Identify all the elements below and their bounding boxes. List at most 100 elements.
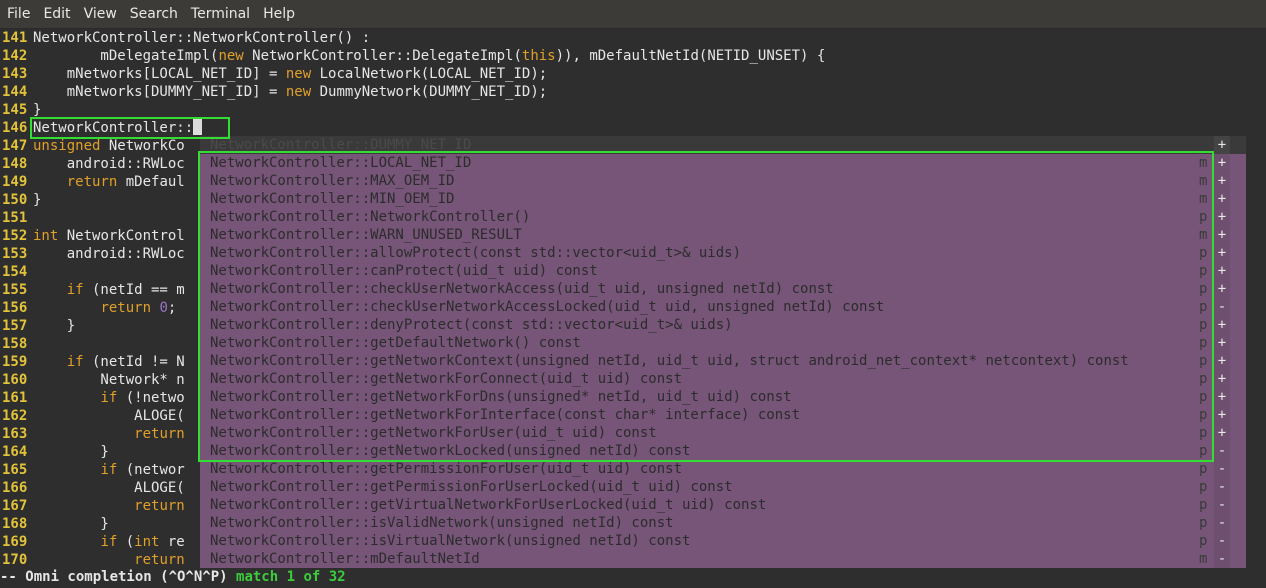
completion-kind: p [1199,317,1208,333]
completion-item[interactable]: NetworkController::LOCAL_NET_ID m + [200,154,1246,172]
completion-item[interactable]: NetworkController::getPermissionForUser(… [200,460,1246,478]
completion-scrollbar-cell[interactable]: - [1214,478,1230,496]
completion-word: NetworkController::isValidNetwork(unsign… [210,515,674,531]
line-number: 150 [2,192,28,208]
line-number: 159 [2,354,28,370]
completion-item[interactable]: NetworkController::getNetworkForConnect(… [200,370,1246,388]
completion-scrollbar-cell[interactable]: + [1214,334,1230,352]
completion-scrollbar-cell[interactable]: + [1214,352,1230,370]
code-token: re [159,534,185,550]
completion-word: NetworkController::getNetworkForDns(unsi… [210,389,792,405]
completion-item[interactable]: NetworkController::WARN_UNUSED_RESULT m + [200,226,1246,244]
completion-item[interactable]: NetworkController::getNetworkForUser(uid… [200,424,1246,442]
completion-kind: m [1199,227,1208,243]
completion-scrollbar-cell[interactable]: - [1214,298,1230,316]
code-line[interactable]: 143 mNetworks[LOCAL_NET_ID] = new LocalN… [0,65,1266,83]
code-token: mNetworks[DUMMY_NET_ID] = [33,84,286,100]
menu-edit[interactable]: Edit [36,0,76,28]
completion-item[interactable]: NetworkController::checkUserNetworkAcces… [200,298,1246,316]
menu-terminal[interactable]: Terminal [184,0,256,28]
completion-kind: m [1199,155,1208,171]
keyword-token: if [66,354,84,370]
completion-scrollbar-cell[interactable]: - [1214,550,1230,568]
completion-popup[interactable]: NetworkController::DUMMY_NET_ID m +Network… [200,136,1246,568]
completion-item[interactable]: NetworkController::isValidNetwork(unsign… [200,514,1246,532]
code-line[interactable]: 141 NetworkController::NetworkController(… [0,29,1266,47]
completion-item[interactable]: NetworkController::denyProtect(const std… [200,316,1246,334]
completion-scrollbar-cell[interactable]: + [1214,280,1230,298]
completion-scrollbar-cell[interactable]: + [1214,244,1230,262]
completion-item[interactable]: NetworkController::getPermissionForUserL… [200,478,1246,496]
keyword-token: int [134,534,160,550]
menu-view[interactable]: View [77,0,123,28]
completion-scrollbar-cell[interactable]: + [1214,316,1230,334]
completion-scrollbar-cell[interactable]: - [1214,442,1230,460]
menu-help[interactable]: Help [256,0,301,28]
completion-item[interactable]: NetworkController::getNetworkForDns(unsi… [200,388,1246,406]
line-number: 155 [2,282,28,298]
completion-kind: p [1199,299,1208,315]
completion-scrollbar-cell[interactable]: + [1214,208,1230,226]
menu-bar: File Edit View Search Terminal Help [0,0,1266,29]
code-text: ALOGE( [33,480,185,496]
code-token: (netId == m [83,282,185,298]
completion-scrollbar-cell[interactable]: + [1214,388,1230,406]
completion-word: NetworkController::getPermissionForUser(… [210,461,683,477]
completion-word: NetworkController::getNetworkLocked(unsi… [210,443,691,459]
code-token: (!netwo [117,390,185,406]
completion-item[interactable]: NetworkController::MAX_OEM_ID m + [200,172,1246,190]
code-text: ALOGE( [33,408,185,424]
completion-word: NetworkController::MIN_OEM_ID [210,191,455,207]
completion-scrollbar-cell[interactable]: - [1214,514,1230,532]
code-text: mDelegateImpl(new NetworkController::Del… [33,48,825,64]
completion-kind: p [1199,479,1208,495]
line-number: 166 [2,480,28,496]
code-line[interactable]: 145} [0,101,1266,119]
completion-word: NetworkController::canProtect(uid_t uid)… [210,263,598,279]
completion-item[interactable]: NetworkController::getNetworkForInterfac… [200,406,1246,424]
code-text: return mDefaul [33,174,185,190]
completion-item[interactable]: NetworkController::getNetworkLocked(unsi… [200,442,1246,460]
line-number: 160 [2,372,28,388]
completion-item[interactable]: NetworkController::getNetworkContext(uns… [200,352,1246,370]
completion-scrollbar-cell[interactable]: + [1214,406,1230,424]
completion-scrollbar-cell[interactable]: + [1214,190,1230,208]
completion-scrollbar-cell[interactable]: - [1214,496,1230,514]
code-text: NetworkController::NetworkController() : [33,30,370,46]
menu-file[interactable]: File [0,0,36,28]
completion-word: NetworkController::allowProtect(const st… [210,245,742,261]
completion-item[interactable]: NetworkController::getVirtualNetworkForU… [200,496,1246,514]
completion-scrollbar-cell[interactable]: + [1214,226,1230,244]
completion-item[interactable]: NetworkController::MIN_OEM_ID m + [200,190,1246,208]
code-text: } [33,516,108,532]
completion-item[interactable]: NetworkController::DUMMY_NET_ID m + [200,136,1246,154]
completion-item[interactable]: NetworkController::isVirtualNetwork(unsi… [200,532,1246,550]
completion-scrollbar-cell[interactable]: + [1214,424,1230,442]
completion-scrollbar-cell[interactable]: + [1214,172,1230,190]
code-line[interactable]: 142 mDelegateImpl(new NetworkController:… [0,47,1266,65]
completion-scrollbar-cell[interactable]: - [1214,460,1230,478]
completion-item[interactable]: NetworkController::getDefaultNetwork() c… [200,334,1246,352]
code-line[interactable]: 146 NetworkController:: [0,119,1266,137]
completion-kind: p [1199,263,1208,279]
completion-scrollbar-cell[interactable]: + [1214,262,1230,280]
completion-word: NetworkController::checkUserNetworkAcces… [210,281,834,297]
completion-item[interactable]: NetworkController::mDefaultNetId m - [200,550,1246,568]
code-text: NetworkController:: [33,119,203,136]
line-number: 146 [2,120,28,136]
menu-search[interactable]: Search [123,0,184,28]
completion-scrollbar-cell[interactable]: + [1214,370,1230,388]
completion-scrollbar-cell[interactable]: - [1214,532,1230,550]
line-number: 162 [2,408,28,424]
code-text: if (networ [33,462,184,478]
completion-item[interactable]: NetworkController::checkUserNetworkAcces… [200,280,1246,298]
code-text: return [33,498,185,514]
completion-item[interactable]: NetworkController::canProtect(uid_t uid)… [200,262,1246,280]
completion-item[interactable]: NetworkController::NetworkController() p + [200,208,1246,226]
completion-item[interactable]: NetworkController::allowProtect(const st… [200,244,1246,262]
code-line[interactable]: 144 mNetworks[DUMMY_NET_ID] = new DummyN… [0,83,1266,101]
completion-scrollbar-cell[interactable]: + [1214,136,1230,154]
completion-scrollbar-cell[interactable]: + [1214,154,1230,172]
